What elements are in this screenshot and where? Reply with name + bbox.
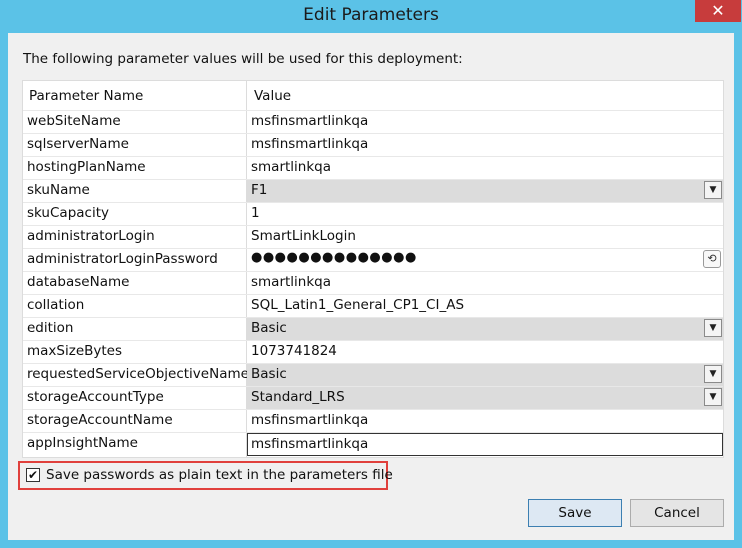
parameter-value-field[interactable]: msfinsmartlinkqa <box>247 410 723 432</box>
parameter-row-storageAccountType: storageAccountType Standard_LRS ▼ <box>23 386 723 409</box>
parameter-value-input[interactable]: msfinsmartlinkqa <box>247 433 723 456</box>
parameter-name: sqlserverName <box>27 136 129 152</box>
window-title: Edit Parameters <box>303 5 439 25</box>
parameter-value-dropdown[interactable]: Standard_LRS ▼ <box>247 387 723 409</box>
parameter-row-skuName: skuName F1 ▼ <box>23 179 723 202</box>
password-mask: ●●●●●●●●●●●●●● <box>251 250 417 265</box>
parameter-value-text: Basic <box>251 320 287 336</box>
title-bar: Edit Parameters ✕ <box>0 0 742 33</box>
parameter-value-text: SmartLinkLogin <box>251 228 356 244</box>
parameter-name: administratorLoginPassword <box>27 251 218 267</box>
parameter-value-text: smartlinkqa <box>251 274 332 290</box>
save-passwords-option[interactable]: ✔ Save passwords as plain text in the pa… <box>18 461 393 490</box>
column-header-name: Parameter Name <box>29 88 144 104</box>
dropdown-arrow-icon[interactable]: ▼ <box>704 181 722 199</box>
parameter-row-webSiteName: webSiteName msfinsmartlinkqa <box>23 110 723 133</box>
parameter-row-appInsightName: appInsightName msfinsmartlinkqa <box>23 432 723 456</box>
parameter-name: storageAccountName <box>27 412 173 428</box>
parameter-value-field[interactable]: ●●●●●●●●●●●●●● ⟲ <box>247 249 723 271</box>
save-passwords-checkbox[interactable]: ✔ <box>26 468 40 482</box>
dialog-body: The following parameter values will be u… <box>8 33 734 540</box>
save-button[interactable]: Save <box>528 499 622 527</box>
close-button[interactable]: ✕ <box>695 0 741 22</box>
parameter-value-text: Standard_LRS <box>251 389 345 405</box>
parameter-value-text: msfinsmartlinkqa <box>251 412 369 428</box>
dropdown-arrow-icon[interactable]: ▼ <box>704 365 722 383</box>
parameter-name: databaseName <box>27 274 130 290</box>
parameter-value-text: 1 <box>251 205 260 221</box>
parameter-name: requestedServiceObjectiveName <box>27 366 249 382</box>
parameter-name: edition <box>27 320 74 336</box>
parameter-value-text: F1 <box>251 182 268 198</box>
parameter-name: hostingPlanName <box>27 159 146 175</box>
parameter-row-administratorLogin: administratorLogin SmartLinkLogin <box>23 225 723 248</box>
parameter-value-field[interactable]: msfinsmartlinkqa <box>247 134 723 156</box>
parameter-value-dropdown[interactable]: Basic ▼ <box>247 318 723 340</box>
parameter-value-field[interactable]: smartlinkqa <box>247 272 723 294</box>
parameter-value-text: 1073741824 <box>251 343 337 359</box>
parameter-value-text: SQL_Latin1_General_CP1_CI_AS <box>251 297 465 313</box>
parameter-name: skuCapacity <box>27 205 109 221</box>
parameter-row-maxSizeBytes: maxSizeBytes 1073741824 <box>23 340 723 363</box>
dropdown-arrow-icon[interactable]: ▼ <box>704 319 722 337</box>
parameter-value-text: msfinsmartlinkqa <box>251 136 369 152</box>
parameter-row-skuCapacity: skuCapacity 1 <box>23 202 723 225</box>
parameter-name: collation <box>27 297 85 313</box>
parameter-name: webSiteName <box>27 113 121 129</box>
grid-header: Parameter Name Value <box>23 81 723 110</box>
parameter-name: maxSizeBytes <box>27 343 123 359</box>
parameter-name: administratorLogin <box>27 228 155 244</box>
parameter-value-field[interactable]: 1 <box>247 203 723 225</box>
parameter-value-dropdown[interactable]: F1 ▼ <box>247 180 723 202</box>
parameter-value-text: msfinsmartlinkqa <box>251 113 369 129</box>
cancel-button[interactable]: Cancel <box>630 499 724 527</box>
parameter-name: storageAccountType <box>27 389 164 405</box>
parameter-row-requestedServiceObjectiveName: requestedServiceObjectiveName Basic ▼ <box>23 363 723 386</box>
parameter-row-collation: collation SQL_Latin1_General_CP1_CI_AS <box>23 294 723 317</box>
parameter-row-administratorLoginPassword: administratorLoginPassword ●●●●●●●●●●●●●●… <box>23 248 723 271</box>
parameter-value-text: smartlinkqa <box>251 159 332 175</box>
parameter-value-text: Basic <box>251 366 287 382</box>
parameter-row-sqlserverName: sqlserverName msfinsmartlinkqa <box>23 133 723 156</box>
parameter-value-field[interactable]: SQL_Latin1_General_CP1_CI_AS <box>247 295 723 317</box>
parameter-name: appInsightName <box>27 435 138 451</box>
reveal-password-icon[interactable]: ⟲ <box>703 250 721 268</box>
parameter-value-field[interactable]: SmartLinkLogin <box>247 226 723 248</box>
save-passwords-label[interactable]: Save passwords as plain text in the para… <box>46 467 393 483</box>
parameter-row-edition: edition Basic ▼ <box>23 317 723 340</box>
parameter-value-field[interactable]: msfinsmartlinkqa <box>247 111 723 133</box>
parameter-row-databaseName: databaseName smartlinkqa <box>23 271 723 294</box>
parameter-value-dropdown[interactable]: Basic ▼ <box>247 364 723 386</box>
intro-text: The following parameter values will be u… <box>23 51 463 67</box>
parameter-value-text: msfinsmartlinkqa <box>251 436 369 452</box>
parameters-grid: Parameter Name Value webSiteName msfinsma… <box>22 80 724 458</box>
parameter-value-field[interactable]: 1073741824 <box>247 341 723 363</box>
parameter-value-field[interactable]: smartlinkqa <box>247 157 723 179</box>
dropdown-arrow-icon[interactable]: ▼ <box>704 388 722 406</box>
parameter-row-storageAccountName: storageAccountName msfinsmartlinkqa <box>23 409 723 432</box>
parameter-name: skuName <box>27 182 90 198</box>
parameter-row-hostingPlanName: hostingPlanName smartlinkqa <box>23 156 723 179</box>
column-header-value: Value <box>254 88 292 104</box>
